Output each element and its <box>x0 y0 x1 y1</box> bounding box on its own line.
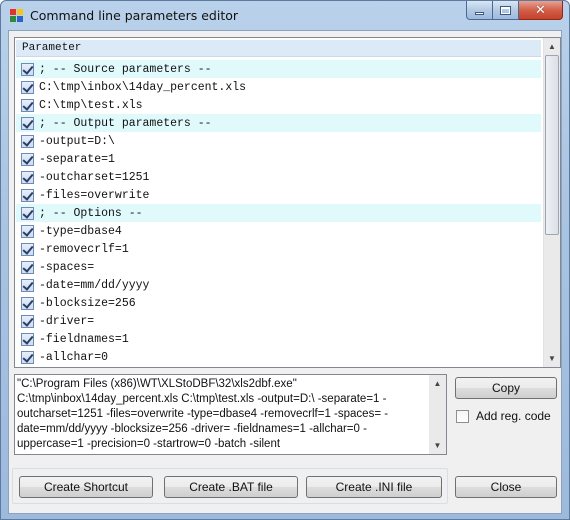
parameter-text: -date=mm/dd/yyyy <box>39 278 150 292</box>
section-row[interactable]: ; -- Source parameters -- <box>16 60 541 78</box>
window-title: Command line parameters editor <box>30 8 239 23</box>
row-checkbox[interactable] <box>21 134 34 148</box>
app-window: Command line parameters editor ✕ Paramet… <box>0 0 570 520</box>
parameter-row[interactable]: -files=overwrite <box>16 186 541 204</box>
parameter-text: -output=D:\ <box>39 134 115 148</box>
parameter-text: -spaces= <box>39 260 95 274</box>
title-bar[interactable]: Command line parameters editor ✕ <box>1 1 569 30</box>
close-icon: ✕ <box>535 2 546 18</box>
row-checkbox[interactable] <box>21 188 34 202</box>
row-checkbox[interactable] <box>21 80 34 94</box>
parameter-text: ; -- Options -- <box>39 206 143 220</box>
row-checkbox[interactable] <box>21 116 34 130</box>
parameter-row[interactable]: -blocksize=256 <box>16 294 541 312</box>
create-ini-file-button[interactable]: Create .INI file <box>306 476 442 498</box>
parameter-text: C:\tmp\inbox\14day_percent.xls <box>39 80 247 94</box>
row-checkbox[interactable] <box>21 206 34 220</box>
row-checkbox[interactable] <box>21 296 34 310</box>
parameter-row[interactable]: -allchar=0 <box>16 348 541 366</box>
parameter-row[interactable]: -separate=1 <box>16 150 541 168</box>
command-line-textbox[interactable]: "C:\Program Files (x86)\WT\XLStoDBF\32\x… <box>14 374 447 455</box>
row-checkbox[interactable] <box>21 152 34 166</box>
parameter-row[interactable]: -fieldnames=1 <box>16 330 541 348</box>
create-bat-file-button[interactable]: Create .BAT file <box>164 476 298 498</box>
scroll-up-icon[interactable]: ▲ <box>544 38 560 55</box>
parameter-text: -separate=1 <box>39 152 115 166</box>
dialog-client-area: Parameter ; -- Source parameters -- C:\tm… <box>8 30 562 514</box>
scroll-down-icon[interactable]: ▼ <box>429 437 446 454</box>
scroll-down-icon[interactable]: ▼ <box>544 350 560 367</box>
minimize-button[interactable] <box>466 1 493 20</box>
parameter-text: -fieldnames=1 <box>39 332 129 346</box>
add-reg-code-label: Add reg. code <box>476 409 551 423</box>
parameter-row[interactable]: -driver= <box>16 312 541 330</box>
add-reg-code-checkbox[interactable]: Add reg. code <box>456 409 551 423</box>
row-checkbox[interactable] <box>21 62 34 76</box>
parameter-row[interactable]: C:\tmp\inbox\14day_percent.xls <box>16 78 541 96</box>
row-checkbox[interactable] <box>21 260 34 274</box>
copy-button[interactable]: Copy <box>455 377 557 399</box>
section-row[interactable]: ; -- Options -- <box>16 204 541 222</box>
parameter-list-scrollbar[interactable]: ▲ ▼ <box>543 38 560 367</box>
parameter-text: ; -- Output parameters -- <box>39 116 212 130</box>
parameter-row[interactable]: -spaces= <box>16 258 541 276</box>
command-line-scrollbar[interactable]: ▲ ▼ <box>429 375 446 454</box>
maximize-button[interactable] <box>493 1 519 20</box>
parameter-row[interactable]: -output=D:\ <box>16 132 541 150</box>
close-window-button[interactable]: ✕ <box>519 1 563 20</box>
section-row[interactable]: ; -- Output parameters -- <box>16 114 541 132</box>
parameter-text: -outcharset=1251 <box>39 170 150 184</box>
parameter-column-header[interactable]: Parameter <box>16 40 541 57</box>
close-button[interactable]: Close <box>455 476 557 498</box>
row-checkbox[interactable] <box>21 278 34 292</box>
add-reg-code-box[interactable] <box>456 409 469 423</box>
parameter-text: -type=dbase4 <box>39 224 122 238</box>
row-checkbox[interactable] <box>21 170 34 184</box>
parameter-rows: ; -- Source parameters -- C:\tmp\inbox\14… <box>16 60 541 366</box>
row-checkbox[interactable] <box>21 224 34 238</box>
parameter-text: -files=overwrite <box>39 188 150 202</box>
row-checkbox[interactable] <box>21 350 34 364</box>
parameter-header-label: Parameter <box>22 42 82 54</box>
parameter-row[interactable]: -removecrlf=1 <box>16 240 541 258</box>
scroll-thumb[interactable] <box>545 55 559 235</box>
parameter-text: -driver= <box>39 314 95 328</box>
parameter-text: -allchar=0 <box>39 350 109 364</box>
parameter-row[interactable]: -outcharset=1251 <box>16 168 541 186</box>
minimize-icon <box>475 11 484 15</box>
row-checkbox[interactable] <box>21 98 34 112</box>
parameter-row[interactable]: -type=dbase4 <box>16 222 541 240</box>
app-icon <box>10 9 24 23</box>
parameter-list[interactable]: Parameter ; -- Source parameters -- C:\tm… <box>14 37 561 368</box>
parameter-row[interactable]: -date=mm/dd/yyyy <box>16 276 541 294</box>
parameter-text: C:\tmp\test.xls <box>39 98 143 112</box>
caption-buttons: ✕ <box>466 1 563 21</box>
row-checkbox[interactable] <box>21 332 34 346</box>
parameter-text: -blocksize=256 <box>39 296 136 310</box>
maximize-icon <box>500 5 511 15</box>
scroll-up-icon[interactable]: ▲ <box>429 375 446 392</box>
parameter-text: -removecrlf=1 <box>39 242 129 256</box>
parameter-row[interactable]: C:\tmp\test.xls <box>16 96 541 114</box>
row-checkbox[interactable] <box>21 242 34 256</box>
row-checkbox[interactable] <box>21 314 34 328</box>
parameter-text: ; -- Source parameters -- <box>39 62 212 76</box>
create-shortcut-button[interactable]: Create Shortcut <box>19 476 153 498</box>
command-line-text: "C:\Program Files (x86)\WT\XLStoDBF\32\x… <box>17 378 389 450</box>
